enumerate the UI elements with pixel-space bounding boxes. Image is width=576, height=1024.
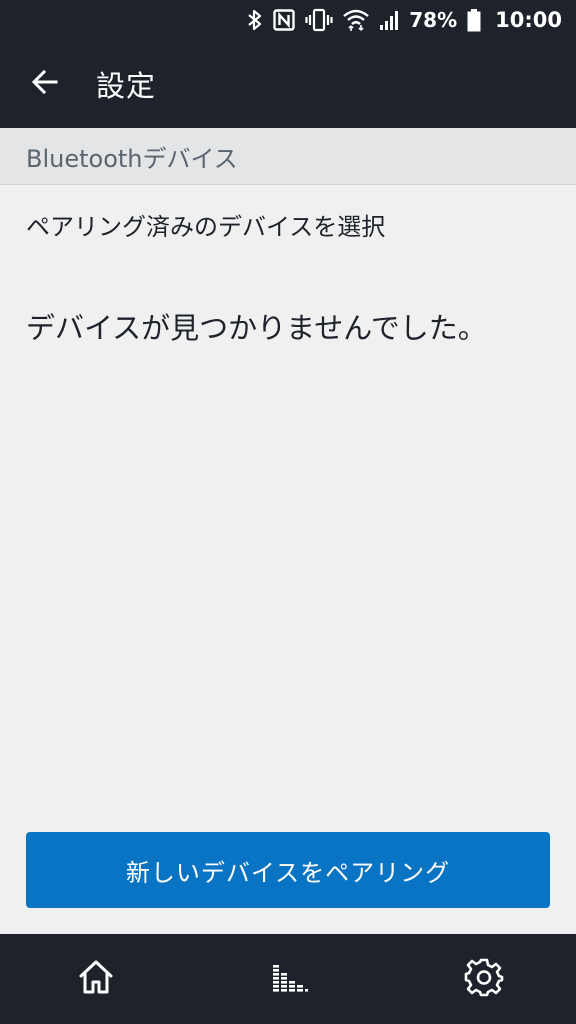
battery-icon <box>467 0 481 40</box>
home-icon <box>76 957 116 1001</box>
clock: 10:00 <box>495 8 562 32</box>
pair-new-device-button[interactable]: 新しいデバイスをペアリング <box>26 832 550 908</box>
bluetooth-icon <box>247 0 263 40</box>
section-header: Bluetoothデバイス <box>0 128 576 185</box>
nav-settings[interactable] <box>460 955 508 1003</box>
section-header-label: Bluetoothデバイス <box>26 144 238 173</box>
back-button[interactable] <box>0 40 90 128</box>
bottom-nav <box>0 934 576 1024</box>
signal-icon <box>379 0 399 40</box>
equalizer-icon <box>272 961 308 997</box>
nav-home[interactable] <box>72 955 120 1003</box>
nfc-icon <box>273 0 295 40</box>
wifi-icon <box>343 0 370 40</box>
status-bar: 78% 10:00 <box>0 0 576 40</box>
battery-percent: 78% <box>409 8 458 32</box>
empty-message: デバイスが見つかりませんでした。 <box>26 311 487 345</box>
arrow-left-icon <box>30 67 60 101</box>
pair-new-device-label: 新しいデバイスをペアリング <box>125 858 451 887</box>
nav-music[interactable] <box>266 955 314 1003</box>
gear-icon <box>464 957 504 1001</box>
app-bar: 設定 <box>0 40 576 128</box>
vibrate-icon <box>305 0 333 40</box>
page-title: 設定 <box>96 69 157 103</box>
screen: 78% 10:00 設定 Bluetoothデバイス ペアリング済みのデバイスを… <box>0 0 576 1024</box>
section-subtitle: ペアリング済みのデバイスを選択 <box>26 213 386 241</box>
